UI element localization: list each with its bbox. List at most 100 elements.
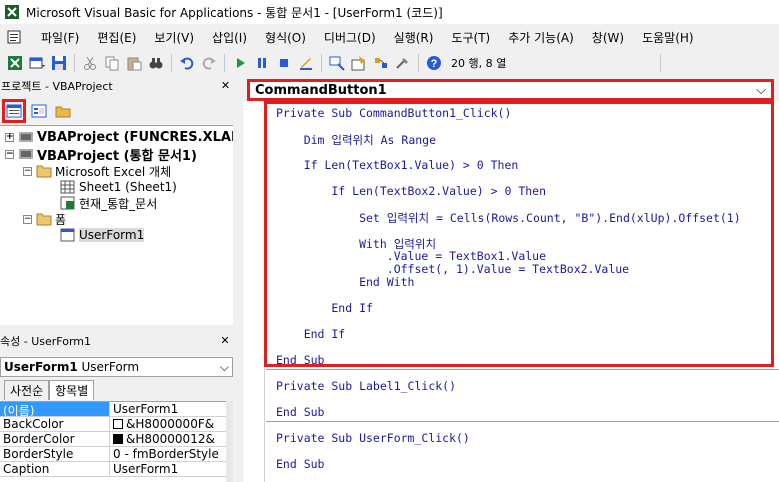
project-tree: + VBAProject (FUNCRES.XLAM − VBAProject … bbox=[0, 125, 233, 325]
menu-debug[interactable]: 디버그(D) bbox=[315, 29, 385, 46]
procedure-separator bbox=[266, 421, 779, 422]
properties-object-select[interactable]: UserForm1 UserForm ⌵ bbox=[0, 357, 233, 377]
properties-window-icon[interactable] bbox=[350, 54, 368, 72]
tree-item-label: VBAProject (FUNCRES.XLAM bbox=[37, 129, 233, 145]
folder-open-icon bbox=[36, 212, 52, 226]
property-value[interactable]: UserForm1 bbox=[113, 462, 178, 476]
break-icon[interactable] bbox=[253, 54, 271, 72]
tree-item-label: VBAProject (통합 문서1) bbox=[37, 148, 197, 164]
paste-icon[interactable] bbox=[125, 54, 143, 72]
menu-tools[interactable]: 도구(T) bbox=[442, 29, 499, 46]
toggle-folders-icon[interactable] bbox=[52, 100, 74, 122]
title-bar: Microsoft Visual Basic for Applications … bbox=[0, 0, 779, 24]
toolbar-separator bbox=[224, 54, 225, 72]
chevron-down-icon[interactable]: ⌵ bbox=[756, 83, 766, 98]
save-icon[interactable] bbox=[50, 54, 68, 72]
vba-app-icon bbox=[4, 4, 20, 20]
standard-toolbar: ? 20 행, 8 열 bbox=[0, 50, 670, 76]
project-pane-toolbar bbox=[0, 97, 233, 125]
property-value[interactable]: UserForm1 bbox=[113, 402, 178, 416]
design-mode-icon[interactable] bbox=[297, 54, 315, 72]
properties-object-name: UserForm1 bbox=[4, 360, 78, 374]
reset-icon[interactable] bbox=[275, 54, 293, 72]
menu-help[interactable]: 도움말(H) bbox=[633, 29, 703, 46]
property-row[interactable]: (이름) UserForm1 bbox=[0, 402, 226, 417]
tree-item-sheet1[interactable]: Sheet1 (Sheet1) bbox=[60, 179, 177, 195]
toolbar-separator bbox=[74, 54, 75, 72]
procedure-separator bbox=[266, 369, 779, 370]
project-explorer-icon[interactable] bbox=[328, 54, 346, 72]
copy-icon[interactable] bbox=[103, 54, 121, 72]
tree-item-thisworkbook[interactable]: 현재_통합_문서 bbox=[60, 195, 157, 211]
properties-tabs: 사전순 항목별 bbox=[0, 380, 233, 400]
insert-userform-icon[interactable] bbox=[28, 54, 46, 72]
tree-item-funcres[interactable]: + VBAProject (FUNCRES.XLAM bbox=[5, 129, 233, 145]
undo-icon[interactable] bbox=[178, 54, 196, 72]
property-name: BorderStyle bbox=[0, 447, 110, 461]
color-swatch bbox=[113, 419, 123, 429]
menu-file[interactable]: 파일(F) bbox=[32, 29, 88, 46]
tree-item-forms[interactable]: − 폼 bbox=[23, 211, 66, 227]
object-browser-icon[interactable] bbox=[372, 54, 390, 72]
collapse-icon[interactable]: − bbox=[23, 166, 32, 176]
folder-open-icon bbox=[36, 164, 52, 178]
properties-pane-close-icon[interactable]: ✕ bbox=[217, 333, 233, 349]
menu-format[interactable]: 형식(O) bbox=[256, 29, 315, 46]
find-icon[interactable] bbox=[147, 54, 165, 72]
worksheet-icon bbox=[60, 180, 76, 194]
tab-categorized[interactable]: 항목별 bbox=[49, 380, 95, 400]
toolbar-overflow[interactable] bbox=[660, 54, 670, 72]
properties-grid: (이름) UserForm1 BackColor &H8000000F& Bor… bbox=[0, 401, 226, 482]
expand-icon[interactable]: + bbox=[5, 132, 14, 142]
property-row[interactable]: BackColor &H8000000F& bbox=[0, 417, 226, 432]
cut-icon[interactable] bbox=[81, 54, 99, 72]
help-icon[interactable]: ? bbox=[425, 54, 443, 72]
tree-item-excel-objects[interactable]: − Microsoft Excel 개체 bbox=[23, 163, 171, 179]
view-object-icon[interactable] bbox=[28, 100, 50, 122]
object-select[interactable]: CommandButton1 ⌵ bbox=[247, 79, 774, 101]
code-window-icon[interactable] bbox=[6, 29, 22, 45]
tree-item-userform1[interactable]: UserForm1 bbox=[60, 227, 145, 243]
code-line[interactable]: Private Sub UserForm_Click() bbox=[276, 431, 470, 445]
pane-splitter[interactable] bbox=[236, 77, 242, 482]
project-pane-close-icon[interactable]: ✕ bbox=[217, 78, 233, 94]
tab-alphabetic[interactable]: 사전순 bbox=[4, 380, 50, 400]
vbaproject-icon bbox=[18, 147, 34, 161]
property-row[interactable]: BorderColor &H80000012& bbox=[0, 432, 226, 447]
property-value[interactable]: &H8000000F& bbox=[126, 417, 214, 431]
property-value[interactable]: &H80000012& bbox=[126, 432, 215, 446]
property-value[interactable]: 0 - fmBorderStyle bbox=[113, 447, 219, 461]
property-row[interactable]: BorderStyle 0 - fmBorderStyle bbox=[0, 447, 226, 462]
svg-text:?: ? bbox=[431, 58, 438, 70]
vbaproject-icon bbox=[18, 130, 34, 144]
code-margin[interactable] bbox=[243, 101, 265, 482]
highlight-annotation bbox=[264, 101, 774, 367]
property-name: Caption bbox=[0, 462, 110, 476]
code-line[interactable]: Private Sub Label1_Click() bbox=[276, 379, 456, 393]
menu-window[interactable]: 창(W) bbox=[583, 29, 633, 46]
view-excel-icon[interactable] bbox=[6, 54, 24, 72]
object-select-value: CommandButton1 bbox=[255, 82, 387, 98]
redo-icon[interactable] bbox=[200, 54, 218, 72]
chevron-down-icon[interactable]: ⌵ bbox=[220, 360, 229, 375]
property-name: BackColor bbox=[0, 417, 110, 431]
run-icon[interactable] bbox=[231, 54, 249, 72]
collapse-icon[interactable]: − bbox=[23, 214, 32, 224]
menu-addins[interactable]: 추가 기능(A) bbox=[499, 29, 583, 46]
menu-edit[interactable]: 편집(E) bbox=[88, 29, 145, 46]
toolbox-icon[interactable] bbox=[394, 54, 412, 72]
view-code-icon[interactable] bbox=[2, 99, 26, 123]
property-name: (이름) bbox=[0, 402, 110, 416]
menu-run[interactable]: 실행(R) bbox=[385, 29, 443, 46]
code-line[interactable]: End Sub bbox=[276, 457, 324, 471]
menu-insert[interactable]: 삽입(I) bbox=[203, 29, 256, 46]
property-row[interactable]: Caption UserForm1 bbox=[0, 462, 226, 477]
properties-object-type: UserForm bbox=[81, 360, 140, 374]
tree-item-workbook-project[interactable]: − VBAProject (통합 문서1) bbox=[5, 146, 197, 164]
collapse-icon[interactable]: − bbox=[5, 149, 14, 159]
tree-item-label: 폼 bbox=[55, 212, 67, 227]
properties-scrollbar[interactable] bbox=[226, 401, 233, 482]
tree-item-label: 현재_통합_문서 bbox=[79, 196, 158, 211]
code-line[interactable]: End Sub bbox=[276, 405, 324, 419]
menu-view[interactable]: 보기(V) bbox=[145, 29, 203, 46]
